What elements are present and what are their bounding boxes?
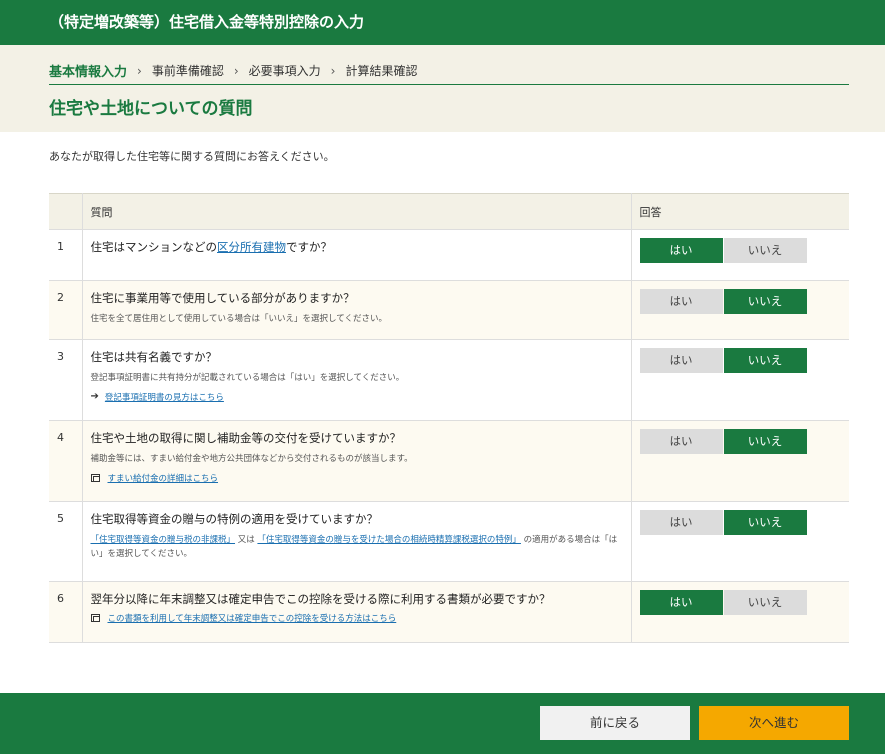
- question-note: 登記事項証明書に共有持分が記載されている場合は「はい」を選択してください。: [90, 373, 405, 383]
- question-cell: 住宅に事業用等で使用している部分がありますか？ 住宅を全て居住用として使用してい…: [82, 280, 632, 340]
- question-note: 補助金等には、すまい給付金や地方公共団体などから交付されるものが該当します。: [90, 454, 413, 464]
- no-button[interactable]: いいえ: [723, 429, 807, 454]
- yes-button[interactable]: はい: [639, 429, 723, 454]
- question-cell: 住宅や土地の取得に関し補助金等の交付を受けていますか？ 補助金等には、すまい給付…: [82, 420, 632, 502]
- yes-button[interactable]: はい: [639, 348, 723, 373]
- answer-cell: はい いいえ: [631, 501, 849, 582]
- app-title-bar: （特定増改築等）住宅借入金等特別控除の入力: [0, 0, 885, 45]
- step-result: 計算結果確認: [345, 64, 418, 78]
- yes-button[interactable]: はい: [639, 238, 723, 263]
- link-subsidy-details[interactable]: すまい給付金の詳細はこちら: [108, 472, 219, 484]
- answer-cell: はい いいえ: [631, 280, 849, 340]
- table-row: 3 住宅は共有名義ですか？ 登記事項証明書に共有持分が記載されている場合は「はい…: [49, 339, 849, 421]
- answer-cell: はい いいえ: [631, 229, 849, 281]
- table-row: 6 翌年分以降に年末調整又は確定申告でこの控除を受ける際に利用する書類が必要です…: [49, 581, 849, 643]
- row-number: 5: [49, 501, 83, 582]
- chevron-right-icon: ›: [137, 63, 142, 78]
- no-button[interactable]: いいえ: [723, 348, 807, 373]
- question-cell: 翌年分以降に年末調整又は確定申告でこの控除を受ける際に利用する書類が必要ですか？…: [82, 581, 632, 643]
- page-header: 基本情報入力 › 事前準備確認 › 必要事項入力 › 計算結果確認 住宅や土地に…: [0, 45, 885, 132]
- answer-cell: はい いいえ: [631, 581, 849, 643]
- row-number: 1: [49, 229, 83, 281]
- step-preparation: 事前準備確認: [151, 64, 224, 78]
- link-gift-tax-exemption[interactable]: 「住宅取得等資金の贈与税の非課税」: [91, 535, 236, 545]
- header-question: 質問: [82, 193, 632, 230]
- link-registry-guide[interactable]: 登記事項証明書の見方はこちら: [105, 391, 224, 403]
- header-answer: 回答: [631, 193, 849, 230]
- row-number: 3: [49, 339, 83, 421]
- breadcrumb: 基本情報入力 › 事前準備確認 › 必要事項入力 › 計算結果確認: [49, 57, 849, 85]
- yes-button[interactable]: はい: [639, 289, 723, 314]
- no-button[interactable]: いいえ: [723, 510, 807, 535]
- page-title: 住宅や土地についての質問: [49, 99, 253, 119]
- link-condominium[interactable]: 区分所有建物: [217, 240, 286, 254]
- yes-button[interactable]: はい: [639, 590, 723, 615]
- new-window-icon: [90, 614, 100, 622]
- next-button[interactable]: 次へ進む: [699, 706, 849, 740]
- app-title: （特定増改築等）住宅借入金等特別控除の入力: [49, 13, 365, 31]
- table-row: 2 住宅に事業用等で使用している部分がありますか？ 住宅を全て居住用として使用し…: [49, 280, 849, 340]
- table-row: 1 住宅はマンションなどの区分所有建物ですか？ はい いいえ: [49, 229, 849, 281]
- header-num: [49, 193, 83, 230]
- question-text: 住宅はマンションなどの区分所有建物ですか？: [90, 240, 333, 254]
- new-window-icon: [90, 473, 100, 482]
- question-cell: 住宅はマンションなどの区分所有建物ですか？: [82, 229, 632, 281]
- yes-button[interactable]: はい: [639, 510, 723, 535]
- link-document-usage[interactable]: この書類を利用して年末調整又は確定申告でこの控除を受ける方法はこちら: [108, 612, 397, 624]
- back-button[interactable]: 前に戻る: [540, 706, 690, 740]
- no-button[interactable]: いいえ: [723, 289, 807, 314]
- question-text: 住宅や土地の取得に関し補助金等の交付を受けていますか？: [90, 431, 402, 445]
- step-required-input: 必要事項入力: [248, 64, 321, 78]
- question-cell: 住宅は共有名義ですか？ 登記事項証明書に共有持分が記載されている場合は「はい」を…: [82, 339, 632, 421]
- answer-cell: はい いいえ: [631, 339, 849, 421]
- question-text: 住宅取得等資金の贈与の特例の適用を受けていますか？: [90, 512, 379, 526]
- table-row: 5 住宅取得等資金の贈与の特例の適用を受けていますか？ 「住宅取得等資金の贈与税…: [49, 501, 849, 582]
- question-note: 住宅を全て居住用として使用している場合は「いいえ」を選択してください。: [90, 314, 387, 324]
- no-button[interactable]: いいえ: [723, 238, 807, 263]
- intro-text: あなたが取得した住宅等に関する質問にお答えください。: [49, 150, 335, 163]
- row-number: 6: [49, 581, 83, 643]
- chevron-right-icon: ›: [330, 63, 336, 78]
- arrow-right-icon: ➔: [90, 391, 99, 403]
- table-header-row: 質問 回答: [49, 193, 849, 230]
- row-number: 2: [49, 280, 83, 340]
- step-basic-info: 基本情報入力: [49, 65, 128, 80]
- answer-cell: はい いいえ: [631, 420, 849, 502]
- no-button[interactable]: いいえ: [723, 590, 807, 615]
- question-note: 「住宅取得等資金の贈与税の非課税」 又は 「住宅取得等資金の贈与を受けた場合の相…: [90, 535, 618, 559]
- footer-bar: 前に戻る 次へ進む: [0, 693, 885, 754]
- link-settlement-taxation[interactable]: 「住宅取得等資金の贈与を受けた場合の相続時精算課税選択の特例」: [257, 535, 521, 545]
- question-text: 住宅に事業用等で使用している部分がありますか？: [90, 291, 355, 305]
- question-text: 住宅は共有名義ですか？: [90, 350, 218, 364]
- chevron-right-icon: ›: [233, 63, 239, 78]
- question-text: 翌年分以降に年末調整又は確定申告でこの控除を受ける際に利用する書類が必要ですか？: [90, 592, 551, 606]
- table-row: 4 住宅や土地の取得に関し補助金等の交付を受けていますか？ 補助金等には、すまい…: [49, 420, 849, 502]
- question-cell: 住宅取得等資金の贈与の特例の適用を受けていますか？ 「住宅取得等資金の贈与税の非…: [82, 501, 632, 582]
- row-number: 4: [49, 420, 83, 502]
- question-table: 質問 回答 1 住宅はマンションなどの区分所有建物ですか？ はい いいえ 2 住…: [49, 193, 849, 643]
